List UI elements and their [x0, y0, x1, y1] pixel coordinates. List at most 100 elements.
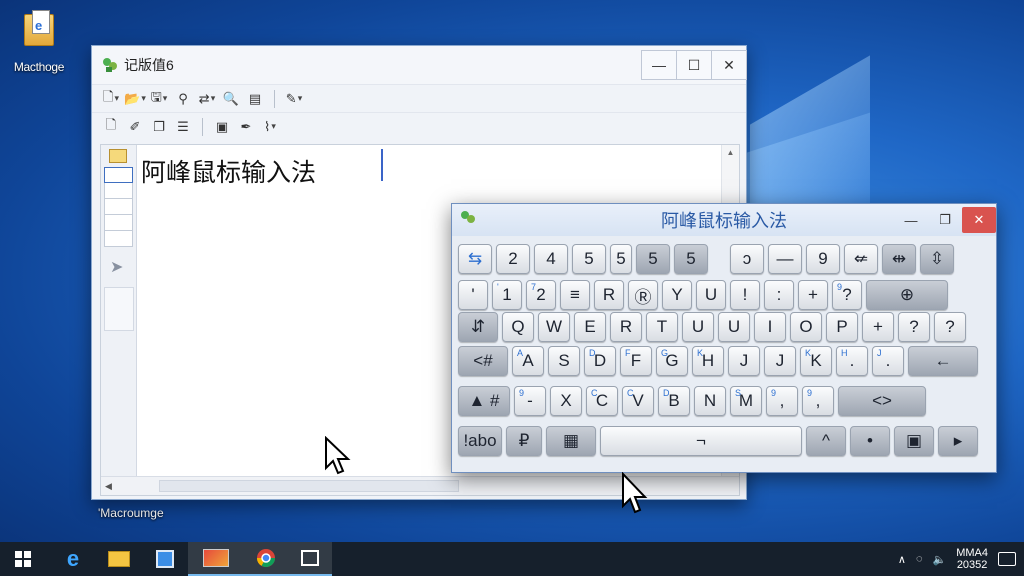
- keyboard-key[interactable]: 5: [636, 244, 670, 274]
- edit-icon[interactable]: ✐: [126, 118, 144, 136]
- keyboard-key[interactable]: HK: [692, 346, 724, 376]
- image-icon[interactable]: ▣: [213, 118, 231, 136]
- keyboard-key[interactable]: !: [730, 280, 760, 310]
- clock[interactable]: MMA4 20352: [956, 547, 988, 571]
- scroll-up-icon[interactable]: ▲: [722, 145, 739, 161]
- keyboard-key[interactable]: S: [548, 346, 580, 376]
- keyboard-key[interactable]: R: [610, 312, 642, 342]
- keyboard-key[interactable]: ▦: [546, 426, 596, 456]
- keyboard-minimize-button[interactable]: —: [894, 207, 928, 233]
- file-explorer-icon[interactable]: [96, 542, 142, 576]
- keyboard-key[interactable]: Y: [662, 280, 692, 310]
- keyboard-key[interactable]: :: [764, 280, 794, 310]
- keyboard-key[interactable]: ?: [934, 312, 966, 342]
- keyboard-key[interactable]: W: [538, 312, 570, 342]
- brush-icon[interactable]: ⌇: [261, 118, 279, 136]
- keyboard-key[interactable]: ,9: [766, 386, 798, 416]
- keyboard-key[interactable]: —: [768, 244, 802, 274]
- paint-icon[interactable]: ✎: [285, 90, 303, 108]
- keyboard-key[interactable]: ¬: [600, 426, 802, 456]
- keyboard-key[interactable]: <>: [838, 386, 926, 416]
- keyboard-key[interactable]: ▣: [894, 426, 934, 456]
- keyboard-key[interactable]: E: [574, 312, 606, 342]
- keyboard-key[interactable]: 27: [526, 280, 556, 310]
- editor-titlebar[interactable]: 记版值6 — ☐ ✕: [92, 46, 747, 84]
- keyboard-key[interactable]: ▲ #: [458, 386, 510, 416]
- keyboard-key[interactable]: R: [594, 280, 624, 310]
- keyboard-key[interactable]: ₽: [506, 426, 542, 456]
- search-icon[interactable]: 🔍: [222, 90, 240, 108]
- keyboard-key[interactable]: 9: [806, 244, 840, 274]
- keyboard-key[interactable]: BD: [658, 386, 690, 416]
- print-icon[interactable]: ▤: [246, 90, 264, 108]
- keyboard-key[interactable]: FF: [620, 346, 652, 376]
- keyboard-key[interactable]: .J: [872, 346, 904, 376]
- keyboard-key[interactable]: J: [728, 346, 760, 376]
- desktop-shortcut[interactable]: e Macthoge: [6, 8, 72, 74]
- keyboard-key[interactable]: KK: [800, 346, 832, 376]
- scroll-thumb[interactable]: [159, 480, 459, 492]
- keyboard-key[interactable]: 4: [534, 244, 568, 274]
- keyboard-key[interactable]: !abo: [458, 426, 502, 456]
- keyboard-key[interactable]: 2: [496, 244, 530, 274]
- open-folder-icon[interactable]: 📂: [124, 90, 144, 108]
- notification-icon[interactable]: [998, 552, 1016, 566]
- keyboard-key[interactable]: N: [694, 386, 726, 416]
- list-icon[interactable]: ☰: [174, 118, 192, 136]
- keyboard-key[interactable]: MS: [730, 386, 762, 416]
- keyboard-key[interactable]: ⇳: [920, 244, 954, 274]
- keyboard-key[interactable]: ←: [908, 346, 978, 376]
- chevron-up-icon[interactable]: ∧: [898, 553, 906, 566]
- keyboard-key[interactable]: ↄ: [730, 244, 764, 274]
- keyboard-key[interactable]: VC: [622, 386, 654, 416]
- keyboard-key[interactable]: -9: [514, 386, 546, 416]
- keyboard-key[interactable]: X: [550, 386, 582, 416]
- keyboard-key[interactable]: I: [754, 312, 786, 342]
- keyboard-key[interactable]: 1 ': [492, 280, 522, 310]
- keyboard-key[interactable]: Q: [502, 312, 534, 342]
- copy-icon[interactable]: ❐: [150, 118, 168, 136]
- chrome-icon[interactable]: [244, 542, 288, 576]
- maximize-button[interactable]: ☐: [676, 50, 712, 80]
- keyboard-close-button[interactable]: ✕: [962, 207, 996, 233]
- keyboard-key[interactable]: Ⓡ: [628, 280, 658, 310]
- keyboard-key[interactable]: ⇍: [844, 244, 878, 274]
- keyboard-key[interactable]: ▸: [938, 426, 978, 456]
- keyboard-key[interactable]: U: [718, 312, 750, 342]
- minimize-button[interactable]: —: [641, 50, 677, 80]
- keyboard-key[interactable]: ⇵: [458, 312, 498, 342]
- keyboard-key[interactable]: DD: [584, 346, 616, 376]
- keyboard-key[interactable]: 5: [674, 244, 708, 274]
- network-icon[interactable]: ◌: [916, 553, 923, 565]
- app-icon[interactable]: [288, 542, 332, 576]
- keyboard-key[interactable]: ': [458, 280, 488, 310]
- close-button[interactable]: ✕: [711, 50, 747, 80]
- keyboard-titlebar[interactable]: 阿峰鼠标输入法 — ❐ ✕: [452, 204, 996, 236]
- keyboard-key[interactable]: ⊕: [866, 280, 948, 310]
- keyboard-key[interactable]: U: [696, 280, 726, 310]
- page-icon[interactable]: 🗋: [102, 117, 120, 136]
- edge-icon[interactable]: e: [50, 542, 96, 576]
- scroll-left-icon[interactable]: ◀: [105, 481, 112, 492]
- keyboard-key[interactable]: T: [646, 312, 678, 342]
- keyboard-key[interactable]: GG: [656, 346, 688, 376]
- keyboard-key[interactable]: ⇆: [458, 244, 492, 274]
- keyboard-key[interactable]: ?: [898, 312, 930, 342]
- keyboard-key[interactable]: +: [862, 312, 894, 342]
- find-icon[interactable]: ⚲: [174, 90, 192, 108]
- keyboard-key[interactable]: ? 9: [832, 280, 862, 310]
- store-icon[interactable]: [142, 542, 188, 576]
- keyboard-key[interactable]: AA: [512, 346, 544, 376]
- keyboard-key[interactable]: +: [798, 280, 828, 310]
- photos-icon[interactable]: [188, 542, 244, 576]
- start-button[interactable]: [0, 542, 46, 576]
- keyboard-key[interactable]: ≡: [560, 280, 590, 310]
- replace-icon[interactable]: ⇄: [198, 90, 216, 108]
- new-file-icon[interactable]: 🗋: [102, 89, 120, 108]
- keyboard-key[interactable]: •: [850, 426, 890, 456]
- keyboard-key[interactable]: 5: [572, 244, 606, 274]
- keyboard-key[interactable]: U: [682, 312, 714, 342]
- volume-icon[interactable]: 🔈: [933, 553, 947, 566]
- keyboard-key[interactable]: P: [826, 312, 858, 342]
- keyboard-key[interactable]: CC: [586, 386, 618, 416]
